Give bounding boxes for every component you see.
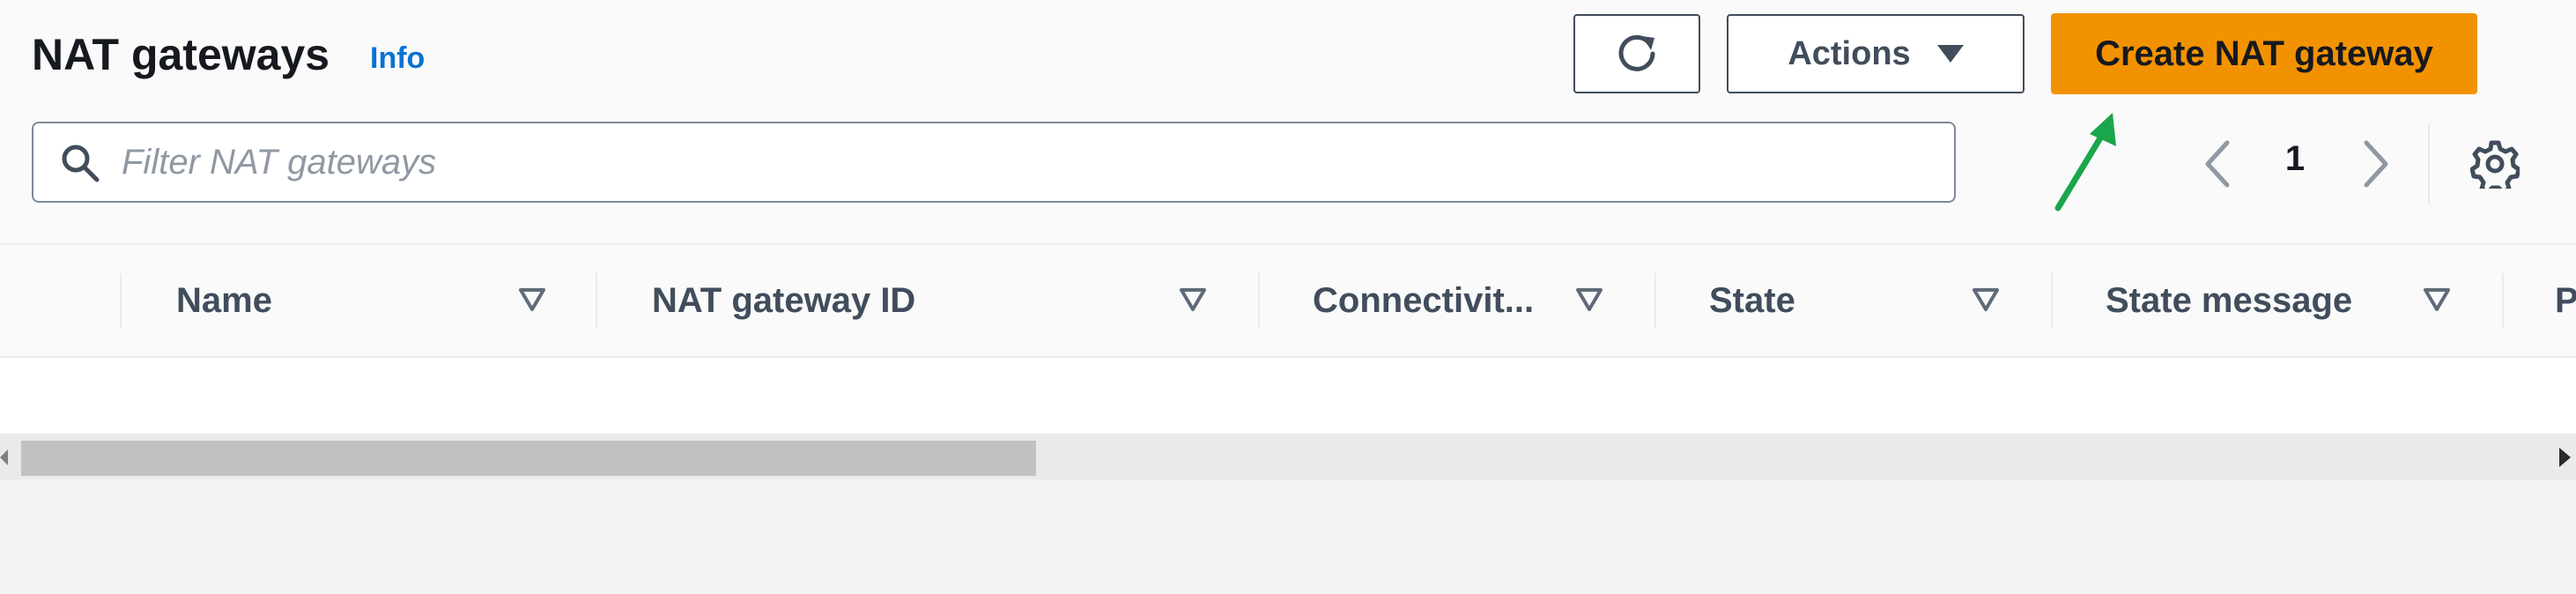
column-header-name[interactable]: Name (176, 245, 272, 356)
column-separator (120, 273, 122, 328)
horizontal-scrollbar[interactable] (0, 435, 2576, 479)
actions-label: Actions (1788, 34, 1911, 72)
column-separator (596, 273, 597, 328)
header-panel: NAT gateways Info Actions Create NAT gat… (0, 0, 2576, 243)
column-label: P (2555, 281, 2576, 320)
scroll-left-arrow-icon[interactable] (0, 449, 8, 465)
column-header-truncated[interactable]: P (2555, 245, 2576, 356)
page: NAT gateways Info Actions Create NAT gat… (0, 0, 2576, 594)
sort-icon[interactable] (2423, 287, 2451, 312)
sort-icon[interactable] (1179, 287, 1207, 312)
create-nat-gateway-button[interactable]: Create NAT gateway (2051, 13, 2477, 94)
column-header-nat-gateway-id[interactable]: NAT gateway ID (652, 245, 915, 356)
create-nat-gateway-label: Create NAT gateway (2095, 33, 2433, 73)
page-title: NAT gateways (32, 30, 330, 79)
column-separator (1258, 273, 1260, 328)
column-label: State message (2106, 281, 2353, 320)
column-label: NAT gateway ID (652, 281, 916, 320)
search-icon (62, 145, 100, 182)
pagination-divider (2428, 123, 2430, 204)
column-header-connectivity[interactable]: Connectivit... (1313, 245, 1534, 356)
sort-icon[interactable] (518, 287, 546, 312)
chevron-left-icon[interactable] (2201, 137, 2236, 190)
info-link[interactable]: Info (370, 41, 425, 76)
chevron-right-icon[interactable] (2358, 137, 2393, 190)
annotation-arrow-icon (2054, 113, 2116, 212)
gear-icon[interactable] (2470, 139, 2520, 189)
scrollbar-thumb[interactable] (21, 441, 1036, 476)
scroll-right-arrow-icon[interactable] (2559, 448, 2571, 467)
actions-dropdown-button[interactable]: Actions (1727, 14, 2025, 93)
column-separator (2502, 273, 2504, 328)
refresh-icon (1618, 34, 1655, 71)
column-separator (2051, 273, 2053, 328)
page-number[interactable]: 1 (2273, 139, 2317, 179)
table-body (0, 358, 2576, 435)
filter-input[interactable] (122, 136, 1936, 189)
column-label: Connectivit... (1313, 281, 1535, 320)
table-header: Name NAT gateway ID Connectivit... State… (0, 243, 2576, 358)
column-header-state-message[interactable]: State message (2106, 245, 2352, 356)
column-label: Name (176, 281, 272, 320)
sort-icon[interactable] (1575, 287, 1603, 312)
column-label: State (1709, 281, 1795, 320)
sort-icon[interactable] (1972, 287, 2000, 312)
filter-search-box[interactable] (32, 122, 1956, 203)
column-header-state[interactable]: State (1709, 245, 1795, 356)
column-separator (1654, 273, 1656, 328)
refresh-button[interactable] (1573, 14, 1700, 93)
caret-down-icon (1936, 45, 1964, 63)
